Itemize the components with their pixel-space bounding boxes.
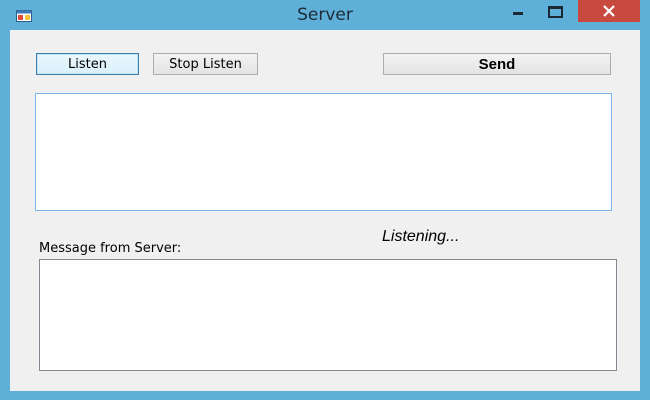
send-message-textbox[interactable] — [35, 93, 612, 211]
minimize-icon — [513, 12, 523, 15]
send-button[interactable]: Send — [383, 53, 611, 75]
title-bar[interactable]: Server — [0, 0, 650, 30]
server-window: Server Listen Stop Listen Send Listening… — [0, 0, 650, 400]
stop-listen-button[interactable]: Stop Listen — [153, 53, 258, 75]
status-label: Listening... — [382, 228, 460, 245]
message-from-server-label: Message from Server: — [39, 241, 182, 256]
server-messages-textbox[interactable] — [39, 259, 617, 371]
close-button[interactable] — [578, 0, 640, 22]
maximize-icon — [548, 6, 563, 18]
client-area: Listen Stop Listen Send Listening... Mes… — [10, 30, 640, 391]
listen-button[interactable]: Listen — [36, 53, 139, 75]
maximize-button[interactable] — [537, 0, 573, 22]
minimize-button[interactable] — [500, 0, 534, 22]
close-icon — [603, 5, 615, 17]
